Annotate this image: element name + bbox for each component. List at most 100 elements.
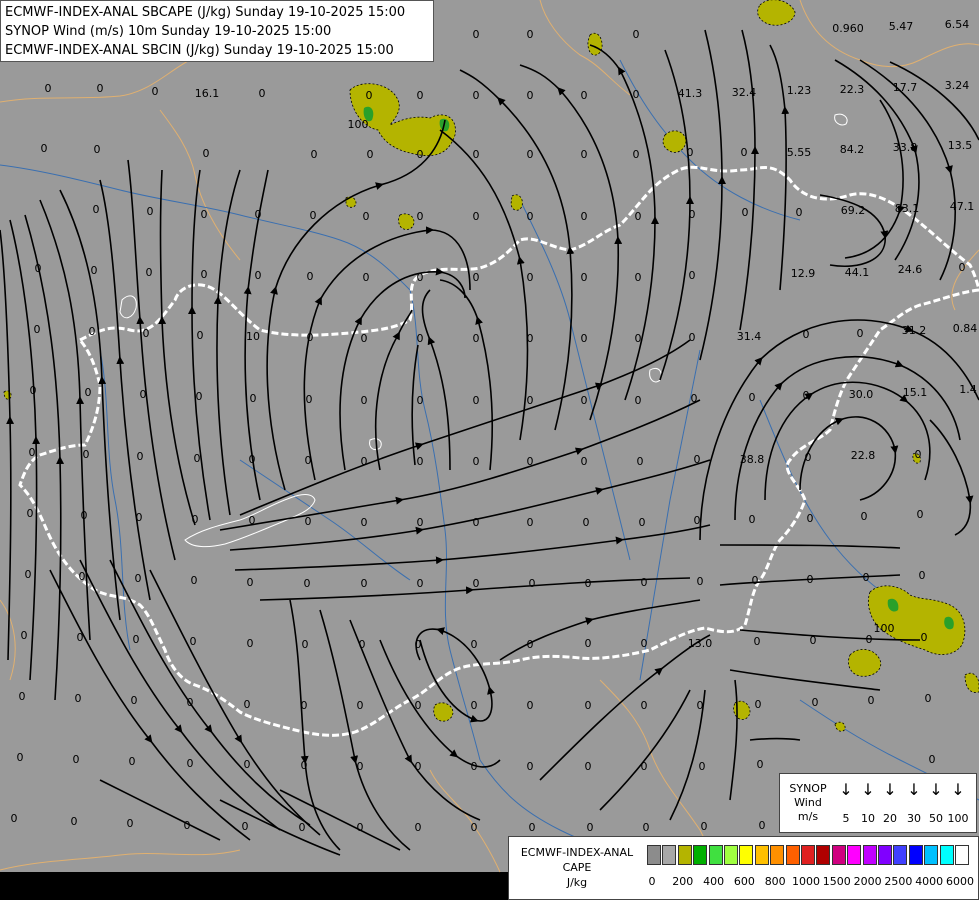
map-value-label: 12.9: [791, 267, 816, 280]
map-value-label: 0: [357, 699, 364, 712]
map-value-label: 0: [415, 821, 422, 834]
map-value-label: 0: [641, 637, 648, 650]
map-value-label: 0: [581, 332, 588, 345]
map-value-label: 0: [136, 511, 143, 524]
cape-legend-label: 2500: [884, 875, 913, 888]
wind-legend-arrow-icon: ↓: [883, 780, 897, 799]
map-value-label: 0: [919, 569, 926, 582]
map-value-label: 0: [694, 514, 701, 527]
map-value-label: 0: [915, 448, 922, 461]
cape-legend-swatch: [862, 845, 877, 865]
map-value-label: 0: [307, 270, 314, 283]
map-value-label: 47.1: [950, 200, 975, 213]
map-value-label: 0: [247, 576, 254, 589]
map-value-label: 0: [81, 509, 88, 522]
map-value-label: 0: [805, 451, 812, 464]
map-value-label: 0: [868, 694, 875, 707]
map-value-label: 0: [301, 759, 308, 772]
map-value-label: 0: [299, 821, 306, 834]
map-value-label: 31.2: [902, 324, 927, 337]
map-value-label: 0: [133, 633, 140, 646]
map-value-label: 0.84: [953, 322, 978, 335]
map-value-label: 0: [473, 28, 480, 41]
map-value-label: 0: [755, 698, 762, 711]
map-value-label: 0: [306, 393, 313, 406]
map-value-label: 0: [361, 455, 368, 468]
map-value-label: 0: [471, 638, 478, 651]
map-value-label: 0: [471, 699, 478, 712]
map-value-label: 0: [633, 88, 640, 101]
map-value-label: 0: [152, 85, 159, 98]
map-value-label: 0: [749, 513, 756, 526]
map-value-label: 0: [921, 631, 928, 644]
cape-legend: ECMWF-INDEX-ANAL CAPE J/kg 0 200 400 600 800…: [508, 836, 979, 900]
map-value-label: 0: [581, 89, 588, 102]
map-value-label: 0: [361, 516, 368, 529]
wind-legend-title: SYNOP Wind m/s: [786, 782, 830, 824]
map-value-label: 0: [79, 570, 86, 583]
map-value-label: 13.0: [688, 637, 713, 650]
map-value-label: 0: [529, 821, 536, 834]
map-value-label: 0: [527, 28, 534, 41]
map-value-label: 0: [45, 82, 52, 95]
map-value-label: 0: [473, 394, 480, 407]
map-value-label: 0: [307, 331, 314, 344]
map-value-label: 0: [587, 821, 594, 834]
map-value-label: 0: [367, 148, 374, 161]
map-value-label: 0: [585, 760, 592, 773]
map-value-label: 0: [473, 332, 480, 345]
map-value-label: 0: [473, 577, 480, 590]
map-value-label: 0: [197, 329, 204, 342]
map-value-label: 0: [71, 815, 78, 828]
cape-legend-title-line1: ECMWF-INDEX-ANAL: [520, 846, 634, 859]
map-value-label: 0: [249, 514, 256, 527]
map-value-label: 0: [93, 203, 100, 216]
map-value-label: 0: [527, 394, 534, 407]
cape-legend-label: 2000: [853, 875, 882, 888]
map-value-label: 0: [244, 698, 251, 711]
map-value-label: 0: [697, 699, 704, 712]
map-value-label: 10: [246, 330, 260, 343]
map-value-label: 83.1: [895, 202, 920, 215]
map-value-label: 0: [357, 821, 364, 834]
cape-legend-title-line2: CAPE: [562, 861, 592, 874]
map-value-label: 0: [85, 386, 92, 399]
map-value-label: 0: [247, 637, 254, 650]
map-value-label: 41.3: [678, 87, 703, 100]
map-value-label: 0: [527, 760, 534, 773]
map-value-label: 0: [301, 699, 308, 712]
map-value-label: 0: [417, 210, 424, 223]
map-value-label: 0: [527, 148, 534, 161]
cape-legend-swatch: [847, 845, 862, 865]
cape-legend-label: 0: [648, 875, 656, 888]
map-value-label: 0: [146, 266, 153, 279]
map-value-label: 100: [874, 622, 895, 635]
wind-legend-title-line2: Wind: [794, 796, 822, 809]
map-value-label: 22.8: [851, 449, 876, 462]
map-value-label: 0: [689, 269, 696, 282]
map-value-label: 0: [11, 812, 18, 825]
map-value-label: 0: [697, 575, 704, 588]
map-value-label: 0: [635, 210, 642, 223]
map-value-label: 5.55: [787, 146, 812, 159]
map-value-label: 0: [203, 147, 210, 160]
map-value-label: 0: [925, 692, 932, 705]
cape-legend-label: 800: [764, 875, 786, 888]
map-value-label: 0: [83, 448, 90, 461]
map-value-label: 0: [361, 332, 368, 345]
map-value-label: 0: [187, 757, 194, 770]
cape-legend-label: 1000: [792, 875, 820, 888]
map-value-label: 31.4: [737, 330, 762, 343]
wind-legend-arrow-icon: ↓: [861, 780, 875, 799]
map-value-label: 24.6: [898, 263, 923, 276]
map-value-label: 0: [194, 452, 201, 465]
map-value-label: 0: [689, 208, 696, 221]
map-value-label: 0: [527, 210, 534, 223]
map-value-label: 0: [187, 696, 194, 709]
map-value-label: 0: [415, 638, 422, 651]
map-value-label: 0: [129, 755, 136, 768]
map-value-label: 0: [94, 143, 101, 156]
map-value-label: 0: [527, 699, 534, 712]
map-value-label: 0: [359, 638, 366, 651]
map-value-label: 0: [812, 696, 819, 709]
